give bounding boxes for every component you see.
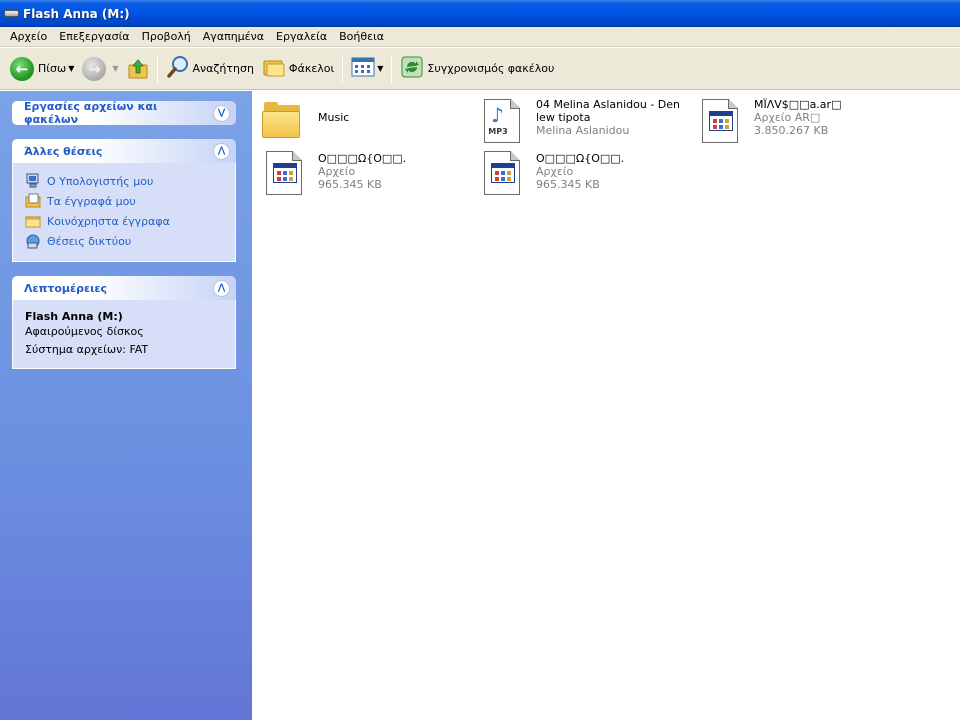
details-filesystem: Σύστημα αρχείων: FAT <box>25 343 149 356</box>
link-label: Θέσεις δικτύου <box>47 234 132 248</box>
file-size: 3.850.267 KB <box>754 124 829 137</box>
file-name: 04 Melina Aslanidou - Den lew tipota <box>536 98 681 124</box>
sync-folder-button[interactable]: Συγχρονισμός φακέλου <box>396 53 558 85</box>
other-places-body: Ο Υπολογιστής μου Τα έγγραφά μου Κοινόχρ… <box>12 163 236 262</box>
menu-help[interactable]: Βοήθεια <box>333 28 390 45</box>
menu-edit[interactable]: Επεξεργασία <box>53 28 135 45</box>
menu-tools[interactable]: Εργαλεία <box>270 28 333 45</box>
menu-view[interactable]: Προβολή <box>136 28 197 45</box>
back-label: Πίσω <box>38 62 67 75</box>
back-button[interactable]: ← Πίσω ▼ <box>6 53 78 85</box>
search-button[interactable]: Αναζήτηση <box>162 53 258 85</box>
window-title: Flash Anna (M:) <box>23 6 130 21</box>
details-panel: Λεπτομέρειες ⋀ Flash Anna (M:) Αφαιρούμε… <box>12 276 236 369</box>
folders-button[interactable]: Φάκελοι <box>258 53 338 85</box>
task-pane: Εργασίες αρχείων και φακέλων ⋁ Άλλες θέσ… <box>0 91 252 720</box>
toolbar-divider <box>156 54 158 83</box>
search-label: Αναζήτηση <box>192 62 254 75</box>
my-computer-icon <box>25 173 41 189</box>
menu-favorites[interactable]: Αγαπημένα <box>197 28 270 45</box>
link-network-places[interactable]: Θέσεις δικτύου <box>25 231 223 251</box>
details-header[interactable]: Λεπτομέρειες ⋀ <box>12 276 236 300</box>
mp3-file-icon: ♪ MP3 <box>478 97 526 145</box>
details-body: Flash Anna (M:) Αφαιρούμενος δίσκος Σύστ… <box>12 300 236 369</box>
toolbar: ← Πίσω ▼ → ▼ Αναζήτηση Φάκελοι ▼ Συγχρον… <box>0 48 960 90</box>
file-name: Music <box>318 111 350 124</box>
file-name: MΪΛV$□□a.ar□ <box>754 98 842 111</box>
file-tasks-title: Εργασίες αρχείων και φακέλων <box>24 100 158 126</box>
file-type: Αρχείο <box>536 165 574 178</box>
file-tasks-header[interactable]: Εργασίες αρχείων και φακέλων ⋁ <box>12 100 236 126</box>
forward-arrow-icon: → <box>82 56 107 81</box>
other-places-panel: Άλλες θέσεις ⋀ Ο Υπολογιστής μου Τα έγγρ… <box>12 139 236 262</box>
file-name: O□□□Ω{O□□. <box>536 152 625 165</box>
other-places-header[interactable]: Άλλες θέσεις ⋀ <box>12 139 236 163</box>
executable-file-icon <box>260 149 308 197</box>
sync-label: Συγχρονισμός φακέλου <box>427 62 555 75</box>
menu-file[interactable]: Αρχείο <box>4 28 53 45</box>
toolbar-divider <box>342 54 344 83</box>
file-size: 965.345 KB <box>318 178 382 191</box>
chevron-down-icon[interactable]: ▼ <box>377 64 383 73</box>
chevron-down-icon[interactable]: ▼ <box>112 64 118 73</box>
details-title: Λεπτομέρειες <box>24 281 108 295</box>
file-size: 965.345 KB <box>536 178 600 191</box>
my-documents-icon <box>25 193 41 209</box>
link-label: Κοινόχρηστα έγγραφα <box>47 214 170 228</box>
link-shared-documents[interactable]: Κοινόχρηστα έγγραφα <box>25 211 223 231</box>
file-tile[interactable]: MΪΛV$□□a.ar□ Αρχείο AR□ 3.850.267 KB <box>696 97 908 145</box>
link-label: Τα έγγραφά μου <box>47 194 136 208</box>
title-bar[interactable]: Flash Anna (M:) <box>0 0 960 27</box>
file-list: Music ♪ MP3 04 Melina Aslanidou - Den le… <box>252 91 960 720</box>
folder-up-icon <box>127 58 149 80</box>
file-tile[interactable]: Music <box>260 97 472 145</box>
file-tile[interactable]: O□□□Ω{O□□. Αρχείο 965.345 KB <box>478 149 690 197</box>
views-icon <box>351 57 375 80</box>
search-icon <box>166 55 190 82</box>
toolbar-divider <box>391 54 393 83</box>
link-my-documents[interactable]: Τα έγγραφά μου <box>25 191 223 211</box>
file-type: Αρχείο <box>318 165 356 178</box>
file-type: Αρχείο AR□ <box>754 111 821 124</box>
file-name: O□□□Ω{O□□. <box>318 152 407 165</box>
menu-bar: Αρχείο Επεξεργασία Προβολή Αγαπημένα Εργ… <box>0 27 960 47</box>
details-drive-name: Flash Anna (M:) <box>25 310 123 323</box>
executable-file-icon <box>478 149 526 197</box>
file-tile[interactable]: ♪ MP3 04 Melina Aslanidou - Den lew tipo… <box>478 97 690 145</box>
collapse-chevron-icon[interactable]: ⋀ <box>213 142 230 160</box>
sync-icon <box>400 55 424 82</box>
folder-icon <box>260 97 308 145</box>
back-arrow-icon: ← <box>10 56 34 81</box>
up-folder-button[interactable] <box>123 53 153 85</box>
folders-label: Φάκελοι <box>288 62 335 75</box>
file-tile[interactable]: O□□□Ω{O□□. Αρχείο 965.345 KB <box>260 149 472 197</box>
chevron-down-icon[interactable]: ▼ <box>68 64 74 73</box>
collapse-chevron-icon[interactable]: ⋀ <box>213 279 230 297</box>
shared-documents-icon <box>25 213 41 229</box>
link-my-computer[interactable]: Ο Υπολογιστής μου <box>25 171 223 191</box>
details-drive-type: Αφαιρούμενος δίσκος <box>25 325 144 338</box>
removable-drive-icon <box>4 8 19 19</box>
forward-button[interactable]: → ▼ <box>78 53 122 85</box>
folders-icon <box>262 56 286 81</box>
link-label: Ο Υπολογιστής μου <box>47 174 154 188</box>
expand-chevron-icon[interactable]: ⋁ <box>213 104 230 122</box>
network-places-icon <box>25 233 41 249</box>
other-places-title: Άλλες θέσεις <box>24 144 103 158</box>
views-button[interactable]: ▼ <box>347 53 387 85</box>
file-tasks-panel: Εργασίες αρχείων και φακέλων ⋁ <box>12 100 236 126</box>
executable-file-icon <box>696 97 744 145</box>
file-artist: Melina Aslanidou <box>536 124 630 137</box>
